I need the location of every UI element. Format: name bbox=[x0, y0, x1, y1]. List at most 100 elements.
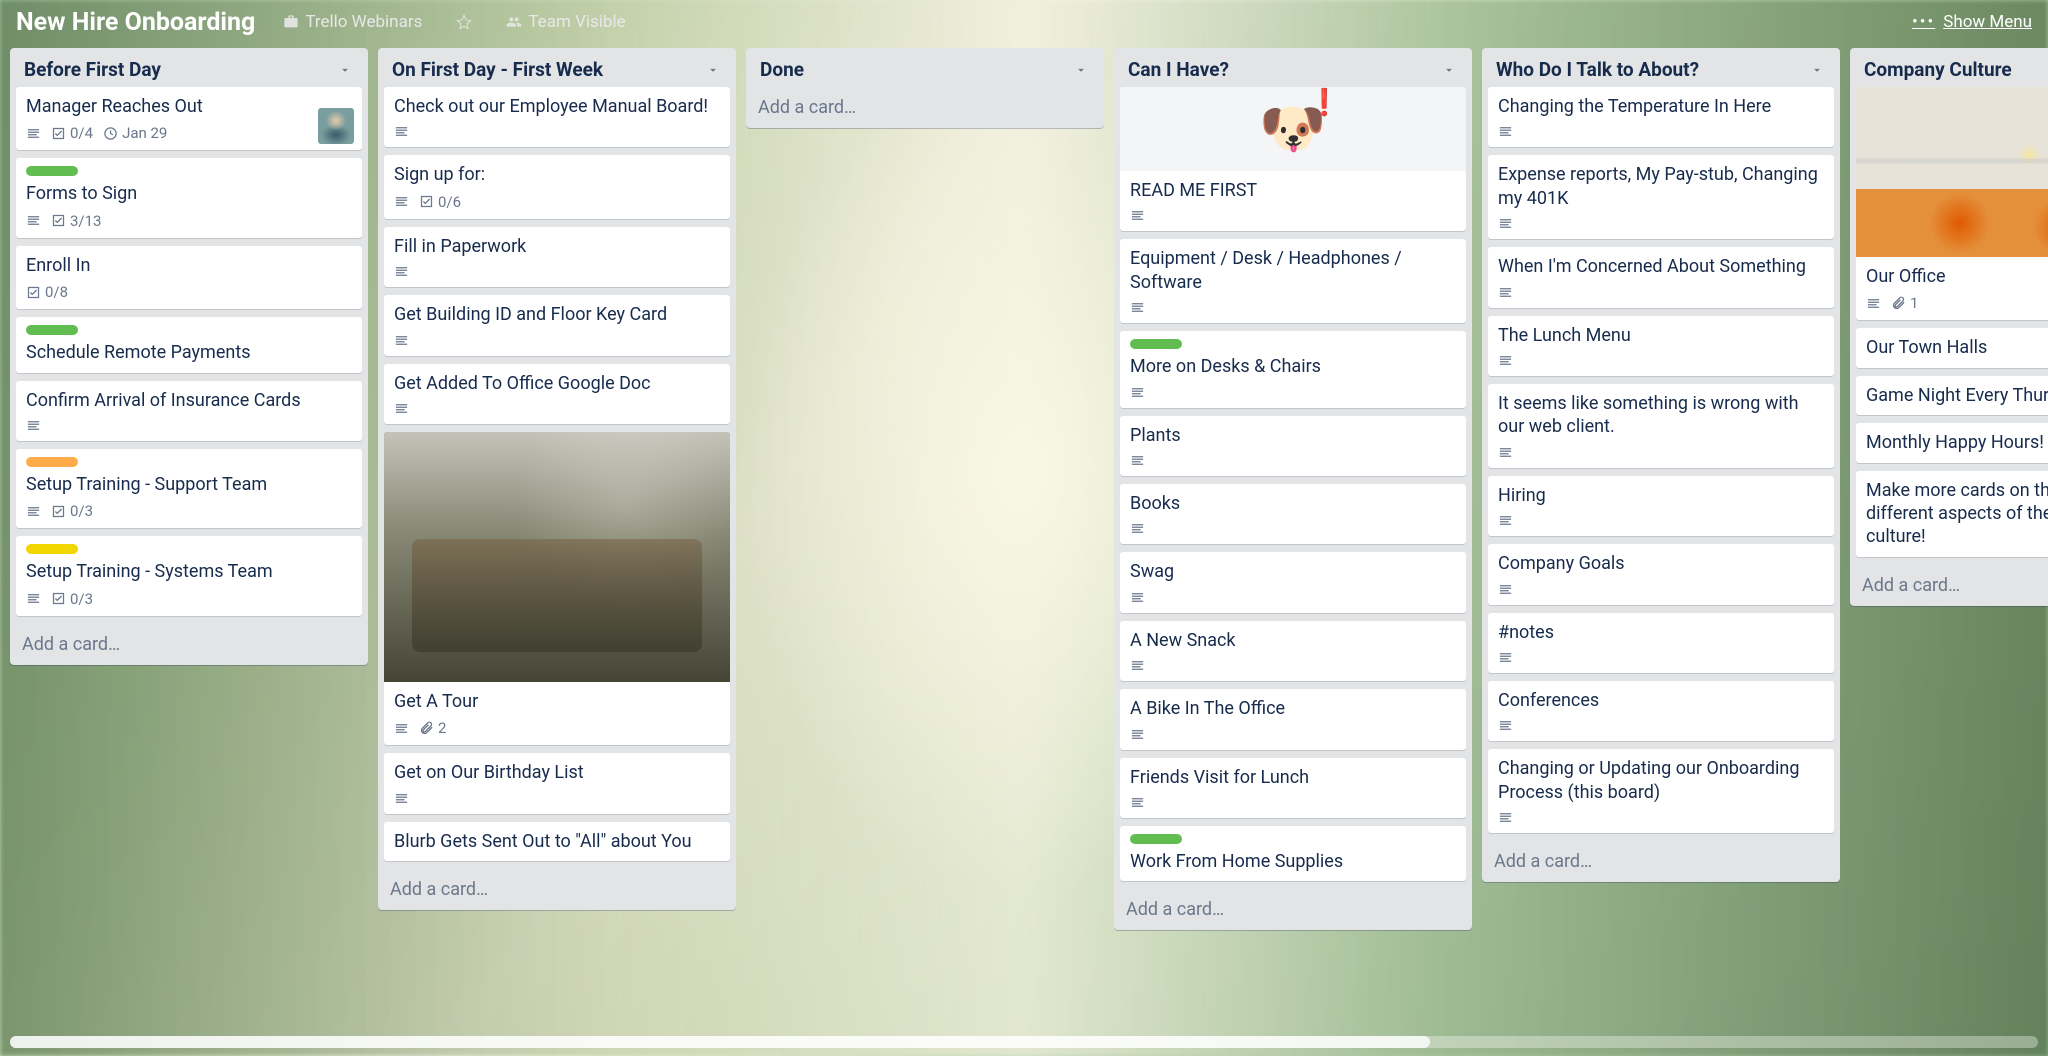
card[interactable]: Work From Home Supplies bbox=[1120, 826, 1466, 881]
list-name[interactable]: Who Do I Talk to About? bbox=[1496, 58, 1699, 81]
card[interactable]: Schedule Remote Payments bbox=[16, 317, 362, 372]
card[interactable]: Expense reports, My Pay-stub, Changing m… bbox=[1488, 155, 1834, 239]
description-badge bbox=[1498, 582, 1513, 597]
description-badge bbox=[1498, 718, 1513, 733]
card-title: The Lunch Menu bbox=[1498, 324, 1824, 347]
card[interactable]: Setup Training - Support Team0/3 bbox=[16, 449, 362, 528]
card[interactable]: Blurb Gets Sent Out to "All" about You bbox=[384, 822, 730, 861]
card[interactable]: Company Goals bbox=[1488, 544, 1834, 604]
horizontal-scrollbar[interactable] bbox=[10, 1036, 2038, 1048]
card[interactable]: Equipment / Desk / Headphones / Software bbox=[1120, 239, 1466, 323]
card[interactable]: Get on Our Birthday List bbox=[384, 753, 730, 813]
card-labels bbox=[26, 544, 352, 554]
show-menu-button[interactable]: ••• Show Menu bbox=[1912, 12, 2032, 32]
add-card-button[interactable]: Add a card… bbox=[378, 869, 736, 910]
card-title: Equipment / Desk / Headphones / Software bbox=[1130, 247, 1456, 294]
card-title: READ ME FIRST bbox=[1130, 179, 1456, 202]
add-card-button[interactable]: Add a card… bbox=[1482, 841, 1840, 882]
card[interactable]: Changing or Updating our Onboarding Proc… bbox=[1488, 749, 1834, 833]
card[interactable]: Manager Reaches Out0/4Jan 29 bbox=[16, 87, 362, 150]
list: Done Add a card… bbox=[746, 48, 1104, 128]
label-orange[interactable] bbox=[26, 457, 78, 467]
scrollbar-thumb[interactable] bbox=[10, 1036, 1430, 1048]
card[interactable]: More on Desks & Chairs bbox=[1120, 331, 1466, 407]
card[interactable]: Hiring bbox=[1488, 476, 1834, 536]
card[interactable]: Get Building ID and Floor Key Card bbox=[384, 295, 730, 355]
description-badge bbox=[1498, 353, 1513, 368]
label-green[interactable] bbox=[1130, 339, 1182, 349]
member-avatar[interactable] bbox=[318, 108, 354, 144]
list-menu-button[interactable] bbox=[702, 59, 724, 81]
card-title: Conferences bbox=[1498, 689, 1824, 712]
card-title: A New Snack bbox=[1130, 629, 1456, 652]
card[interactable]: #notes bbox=[1488, 613, 1834, 673]
card[interactable]: Swag bbox=[1120, 552, 1466, 612]
label-green[interactable] bbox=[1130, 834, 1182, 844]
list-menu-button[interactable] bbox=[1806, 59, 1828, 81]
card[interactable]: Plants bbox=[1120, 416, 1466, 476]
card-title: Expense reports, My Pay-stub, Changing m… bbox=[1498, 163, 1824, 210]
card[interactable]: Forms to Sign3/13 bbox=[16, 158, 362, 237]
list-name[interactable]: Done bbox=[760, 58, 804, 81]
card-title: Changing or Updating our Onboarding Proc… bbox=[1498, 757, 1824, 804]
label-yellow[interactable] bbox=[26, 544, 78, 554]
card[interactable]: Books bbox=[1120, 484, 1466, 544]
card[interactable]: When I'm Concerned About Something bbox=[1488, 247, 1834, 307]
add-card-button[interactable]: Add a card… bbox=[746, 87, 1104, 128]
visibility-label: Team Visible bbox=[528, 12, 625, 32]
card[interactable]: The Lunch Menu bbox=[1488, 316, 1834, 376]
card-title: Plants bbox=[1130, 424, 1456, 447]
ellipsis-icon: ••• bbox=[1912, 12, 1935, 32]
org-name-button[interactable]: Trello Webinars bbox=[273, 8, 432, 36]
card[interactable]: Get A Tour2 bbox=[384, 432, 730, 745]
add-card-button[interactable]: Add a card… bbox=[1850, 565, 2048, 606]
list-name[interactable]: Company Culture bbox=[1864, 58, 2012, 81]
label-green[interactable] bbox=[26, 325, 78, 335]
add-card-button[interactable]: Add a card… bbox=[10, 624, 368, 665]
card-title: Confirm Arrival of Insurance Cards bbox=[26, 389, 352, 412]
add-card-button[interactable]: Add a card… bbox=[1114, 889, 1472, 930]
due-date-badge: Jan 29 bbox=[103, 124, 167, 142]
list-name[interactable]: Can I Have? bbox=[1128, 58, 1229, 81]
card[interactable]: 🐶READ ME FIRST bbox=[1120, 87, 1466, 231]
card[interactable]: Check out our Employee Manual Board! bbox=[384, 87, 730, 147]
card-title: Company Goals bbox=[1498, 552, 1824, 575]
visibility-button[interactable]: Team Visible bbox=[496, 8, 635, 36]
card[interactable]: Conferences bbox=[1488, 681, 1834, 741]
list-menu-button[interactable] bbox=[334, 59, 356, 81]
star-board-button[interactable] bbox=[446, 10, 482, 34]
list-name[interactable]: On First Day - First Week bbox=[392, 58, 603, 81]
card-title: More on Desks & Chairs bbox=[1130, 355, 1456, 378]
card[interactable]: Setup Training - Systems Team0/3 bbox=[16, 536, 362, 615]
card[interactable]: Fill in Paperwork bbox=[384, 227, 730, 287]
list-name[interactable]: Before First Day bbox=[24, 58, 161, 81]
card-title: Sign up for: bbox=[394, 163, 720, 186]
card[interactable]: Monthly Happy Hours! bbox=[1856, 423, 2048, 462]
list: Who Do I Talk to About? Changing the Temp… bbox=[1482, 48, 1840, 882]
list-menu-button[interactable] bbox=[1070, 59, 1092, 81]
card[interactable]: A New Snack bbox=[1120, 621, 1466, 681]
card[interactable]: It seems like something is wrong with ou… bbox=[1488, 384, 1834, 468]
card[interactable]: Our Office1 bbox=[1856, 87, 2048, 320]
checklist-badge: 0/4 bbox=[51, 124, 93, 142]
list-menu-button[interactable] bbox=[1438, 59, 1460, 81]
card-list: Manager Reaches Out0/4Jan 29Forms to Sig… bbox=[10, 87, 368, 624]
card-title: Friends Visit for Lunch bbox=[1130, 766, 1456, 789]
description-badge bbox=[1498, 285, 1513, 300]
card[interactable]: Enroll In0/8 bbox=[16, 246, 362, 309]
card[interactable]: Friends Visit for Lunch bbox=[1120, 758, 1466, 818]
card[interactable]: Confirm Arrival of Insurance Cards bbox=[16, 381, 362, 441]
list: Before First DayManager Reaches Out0/4Ja… bbox=[10, 48, 368, 665]
board-canvas[interactable]: Before First DayManager Reaches Out0/4Ja… bbox=[0, 44, 2048, 1034]
card[interactable]: Game Night Every Thursday bbox=[1856, 376, 2048, 415]
card[interactable]: Get Added To Office Google Doc bbox=[384, 364, 730, 424]
card[interactable]: Make more cards on this list to discuss … bbox=[1856, 471, 2048, 557]
label-green[interactable] bbox=[26, 166, 78, 176]
card[interactable]: Changing the Temperature In Here bbox=[1488, 87, 1834, 147]
description-badge bbox=[1130, 521, 1145, 536]
board-title[interactable]: New Hire Onboarding bbox=[16, 8, 255, 37]
card[interactable]: A Bike In The Office bbox=[1120, 689, 1466, 749]
card[interactable]: Sign up for:0/6 bbox=[384, 155, 730, 218]
card[interactable]: Our Town Halls bbox=[1856, 328, 2048, 367]
card-title: Our Town Halls bbox=[1866, 336, 2048, 359]
